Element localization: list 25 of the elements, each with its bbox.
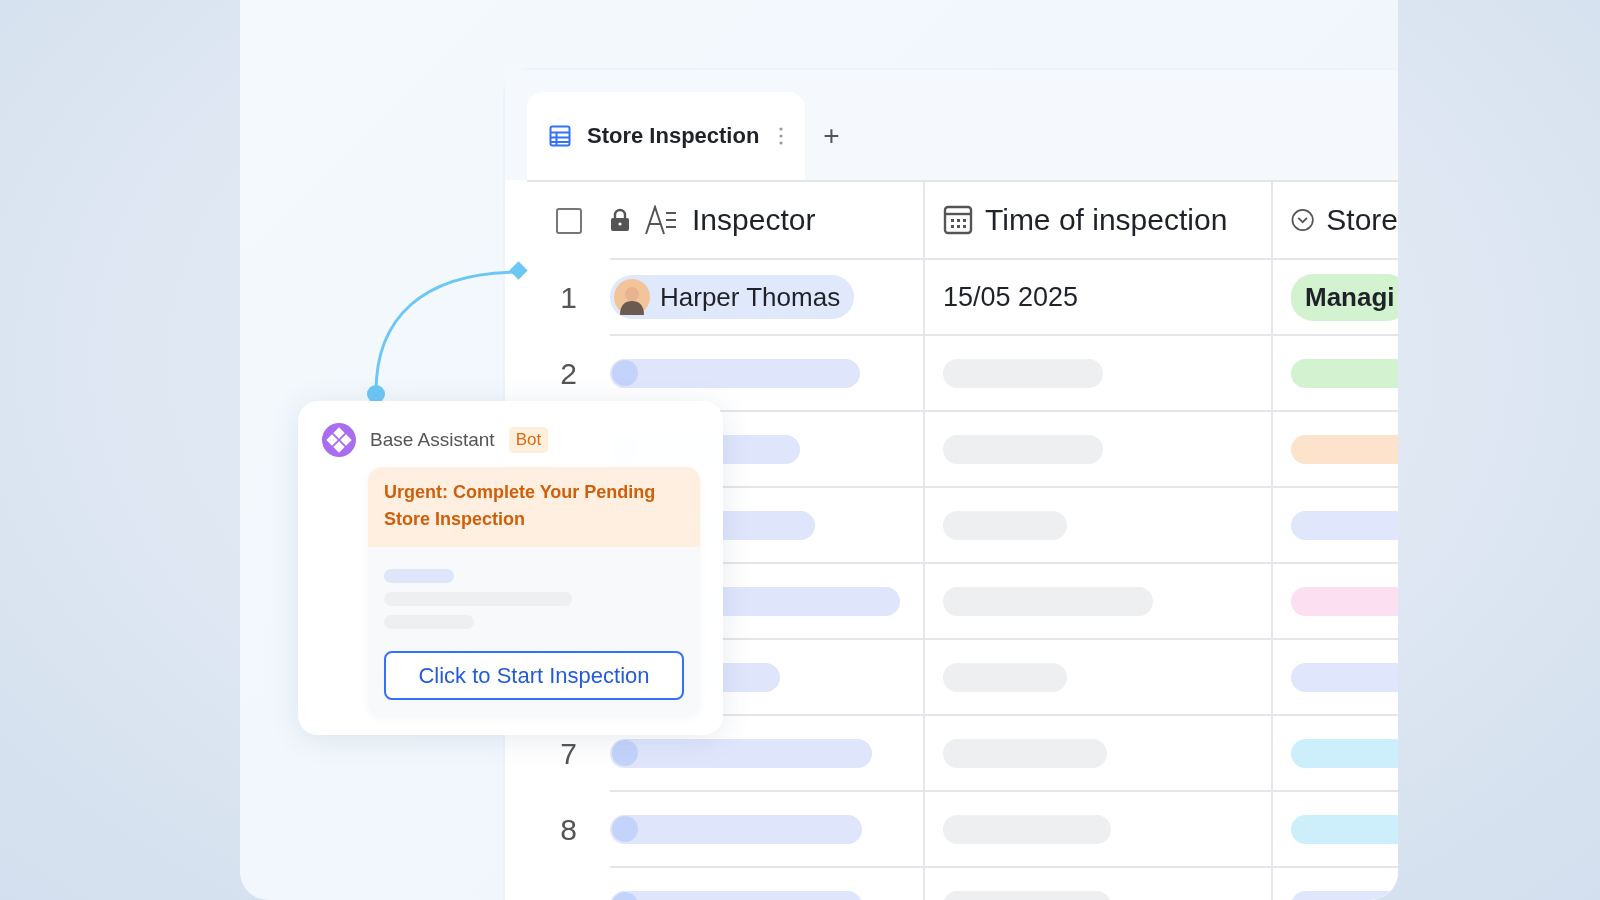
calendar-icon	[943, 205, 973, 235]
row-number: 8	[560, 813, 577, 847]
store-tag: Managi	[1291, 273, 1398, 321]
table-icon	[549, 125, 571, 147]
message-title: Urgent: Complete Your Pending Store Inspection	[368, 467, 700, 547]
add-tab-button[interactable]: +	[819, 120, 844, 152]
start-inspection-button[interactable]: Click to Start Inspection	[384, 651, 684, 700]
avatar-icon	[614, 279, 650, 315]
sheet-tab[interactable]: Store Inspection	[527, 92, 806, 180]
select-all-checkbox[interactable]	[555, 208, 582, 234]
placeholder-bar	[384, 569, 454, 583]
bot-avatar-icon	[322, 423, 356, 457]
text-icon	[644, 205, 678, 235]
assistant-name: Base Assistant	[370, 429, 495, 451]
lock-icon	[610, 208, 630, 232]
date-value: 15/05 2025	[943, 281, 1079, 313]
row-number: 1	[560, 281, 577, 315]
column-header[interactable]: Inspector	[692, 203, 816, 237]
row-number: 7	[560, 737, 577, 771]
more-icon[interactable]	[779, 126, 784, 146]
column-header[interactable]: Time of inspection	[985, 203, 1228, 237]
column-header[interactable]: Store	[1326, 203, 1398, 237]
row-number: 2	[560, 357, 577, 391]
bot-badge: Bot	[508, 427, 549, 453]
person-chip[interactable]: Harper Thomas	[610, 275, 855, 319]
